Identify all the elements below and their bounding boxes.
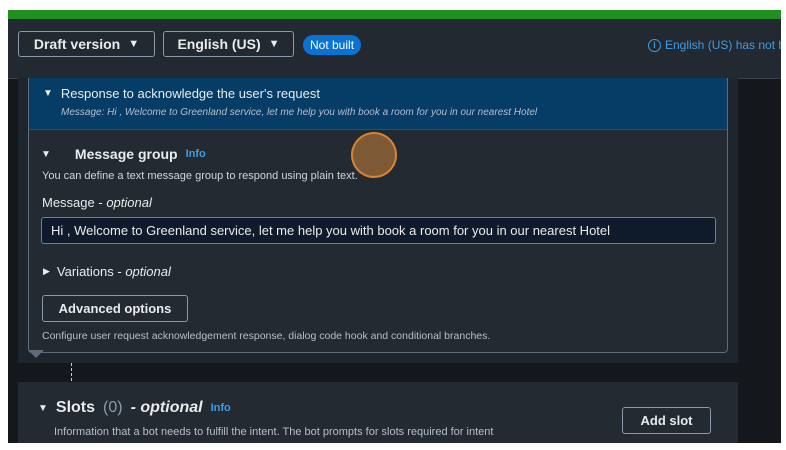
version-dropdown[interactable]: Draft version ▼ — [18, 31, 155, 57]
message-input[interactable]: Hi , Welcome to Greenland service, let m… — [41, 217, 716, 244]
add-slot-button[interactable]: Add slot — [622, 407, 711, 434]
response-header[interactable]: ▼ Response to acknowledge the user's req… — [29, 78, 727, 130]
build-status-badge: Not built — [303, 35, 362, 55]
message-group-title: Message group — [74, 146, 178, 162]
language-dropdown-label: English (US) — [177, 36, 261, 52]
info-circle-icon: i — [648, 38, 661, 52]
response-card: ▼ Response to acknowledge the user's req… — [28, 78, 728, 353]
caret-down-icon: ▼ — [268, 38, 280, 50]
optional-text: optional — [125, 264, 171, 279]
language-dropdown[interactable]: English (US) ▼ — [163, 31, 294, 57]
slots-description: Information that a bot needs to fulfill … — [54, 426, 494, 438]
caret-down-icon: ▼ — [128, 38, 140, 50]
advanced-options-button[interactable]: Advanced options — [42, 295, 188, 322]
info-link[interactable]: Info — [211, 402, 231, 414]
slots-header[interactable]: ▼ Slots (0) - optional Info — [38, 399, 231, 417]
build-notice[interactable]: i English (US) has not bui — [648, 38, 781, 52]
message-label-text: Message — [42, 195, 95, 210]
top-green-bar — [8, 10, 781, 19]
card-pointer — [28, 350, 44, 358]
collapse-caret-icon: ▼ — [38, 402, 48, 414]
advanced-options-description: Configure user request acknowledgement r… — [42, 330, 491, 342]
slots-section: ▼ Slots (0) - optional Info Information … — [18, 382, 738, 443]
message-group-description: You can define a text message group to r… — [42, 170, 358, 182]
collapse-caret-icon: ▼ — [41, 148, 51, 160]
slots-optional: - optional — [130, 399, 203, 416]
flow-connector — [71, 363, 72, 381]
collapse-caret-icon: ▼ — [43, 88, 53, 99]
slots-count: (0) — [103, 399, 123, 416]
top-toolbar: Draft version ▼ English (US) ▼ Not built… — [8, 19, 781, 79]
variations-toggle[interactable]: ▶ Variations - optional — [43, 264, 171, 279]
info-link[interactable]: Info — [186, 148, 206, 160]
expand-caret-icon: ▶ — [43, 266, 50, 276]
build-notice-text: English (US) has not bui — [665, 38, 781, 52]
response-title: Response to acknowledge the user's reque… — [60, 86, 320, 101]
message-field-label: Message - optional — [42, 195, 152, 210]
optional-text: optional — [106, 195, 152, 210]
right-gutter — [748, 79, 781, 443]
app-frame: Draft version ▼ English (US) ▼ Not built… — [8, 10, 781, 443]
version-dropdown-label: Draft version — [33, 36, 121, 52]
message-group-header[interactable]: ▼ Message group Info — [41, 146, 206, 162]
variations-label: Variations — [56, 264, 114, 279]
slots-title: Slots — [55, 399, 96, 416]
response-message-preview: Message: Hi , Welcome to Greenland servi… — [61, 107, 538, 118]
